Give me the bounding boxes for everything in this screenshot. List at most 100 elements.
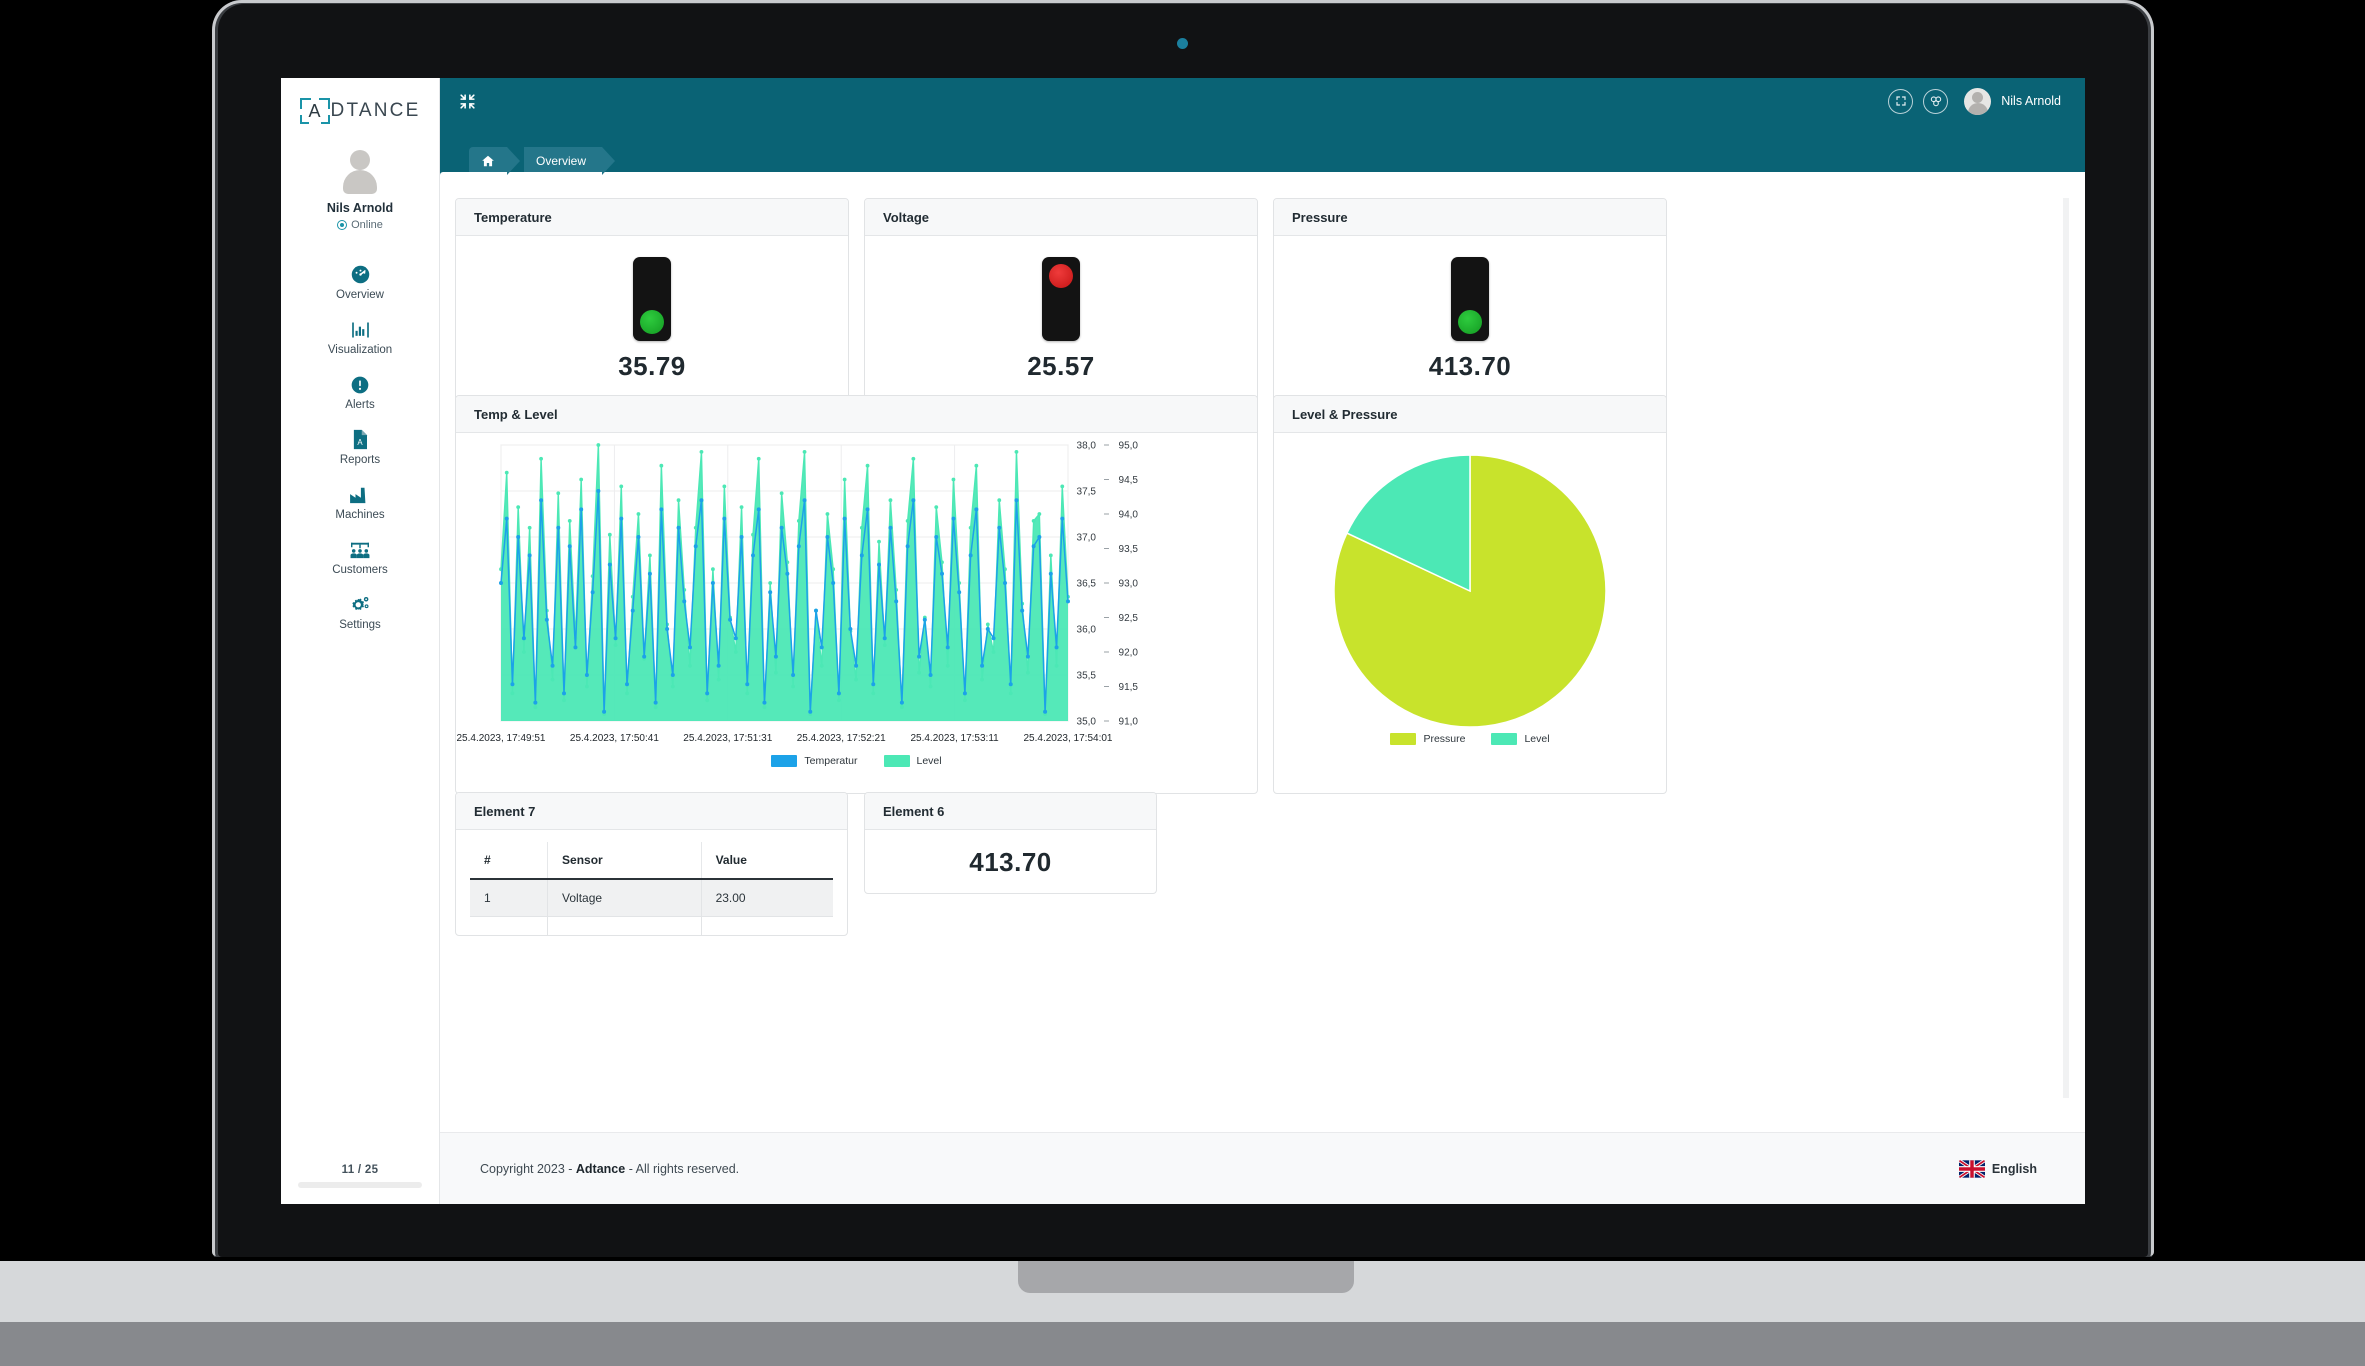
svg-text:94,0: 94,0 xyxy=(1119,510,1139,521)
breadcrumb-current-label: Overview xyxy=(536,154,587,168)
footer: Copyright 2023 - Adtance - All rights re… xyxy=(440,1132,2085,1204)
fullscreen-button[interactable] xyxy=(1888,88,1914,114)
gauge-body: 413.70 xyxy=(1274,236,1666,402)
card-title: Element 6 xyxy=(865,793,1156,830)
legend-item[interactable]: Pressure xyxy=(1390,733,1465,745)
svg-text:36,5: 36,5 xyxy=(1077,579,1097,590)
sidebar-item-label: Machines xyxy=(335,509,385,521)
table-cell: Voltage xyxy=(547,879,702,917)
people-group-icon xyxy=(349,539,371,560)
content-scrollbar[interactable] xyxy=(2063,198,2069,1098)
sidebar: A DTANCE Nils Arnold Online Overview Vis… xyxy=(281,78,440,1204)
svg-text:37,5: 37,5 xyxy=(1077,487,1097,498)
table-row[interactable]: 1 Voltage 23.00 xyxy=(470,879,833,917)
pie-chart-svg[interactable] xyxy=(1274,433,1666,743)
gauge-icon xyxy=(350,264,371,285)
sidebar-item-settings[interactable]: Settings xyxy=(281,585,439,640)
value-card-value: 413.70 xyxy=(969,846,1052,877)
legend-swatch xyxy=(883,755,910,767)
sensor-table: # Sensor Value 1 Voltage 23.00 xyxy=(470,842,833,935)
gauge-body: 25.57 xyxy=(865,236,1257,402)
legend-label: Temperatur xyxy=(804,755,858,767)
svg-text:95,0: 95,0 xyxy=(1119,441,1139,452)
pie-chart-legend: Pressure Level xyxy=(1274,733,1666,745)
pie-chart-card: Level & Pressure Pressure Level xyxy=(1273,395,1667,794)
legend-label: Pressure xyxy=(1423,733,1466,745)
factory-icon xyxy=(349,484,371,505)
legend-item[interactable]: Temperatur xyxy=(771,755,858,767)
table-cell xyxy=(470,916,549,935)
table-cell xyxy=(701,916,833,935)
modules-button[interactable] xyxy=(1923,88,1949,114)
table-header-row: # Sensor Value xyxy=(470,842,833,880)
legend-label: Level xyxy=(1524,733,1550,745)
card-title: Element 7 xyxy=(456,793,847,830)
breadcrumb-home[interactable] xyxy=(469,147,520,175)
svg-text:93,5: 93,5 xyxy=(1119,544,1139,555)
line-chart-svg[interactable]: 38,0 37,5 37,0 36,5 36,0 35,5 35,0 95,0 94,5 94,0… xyxy=(456,433,1257,793)
legend-swatch xyxy=(1390,733,1417,745)
svg-text:25.4.2023, 17:50:41: 25.4.2023, 17:50:41 xyxy=(570,733,659,744)
copyright-prefix: Copyright 2023 - xyxy=(480,1161,576,1176)
value-card-body: 413.70 xyxy=(865,830,1156,894)
table-cell: 1 xyxy=(470,879,549,917)
sidebar-item-visualization[interactable]: Visualization xyxy=(281,310,439,365)
legend-swatch xyxy=(1491,733,1518,745)
element6-value-card: Element 6 413.70 xyxy=(864,792,1157,894)
sidebar-item-label: Customers xyxy=(332,564,388,576)
sidebar-item-machines[interactable]: Machines xyxy=(281,475,439,530)
table-column-header: # xyxy=(470,842,549,880)
sidebar-footer: 11 / 25 xyxy=(281,1164,439,1188)
svg-text:94,5: 94,5 xyxy=(1119,475,1139,486)
sidebar-avatar xyxy=(338,150,382,194)
sidebar-user-block: Nils Arnold Online xyxy=(327,150,393,231)
svg-text:25.4.2023, 17:49:51: 25.4.2023, 17:49:51 xyxy=(457,733,546,744)
gears-icon xyxy=(349,594,371,615)
browser-screen: A DTANCE Nils Arnold Online Overview Vis… xyxy=(281,78,2085,1204)
sidebar-item-label: Alerts xyxy=(345,399,375,411)
table-row[interactable] xyxy=(470,916,833,935)
sidebar-item-customers[interactable]: Customers xyxy=(281,530,439,585)
footer-copyright: Copyright 2023 - Adtance - All rights re… xyxy=(480,1162,739,1176)
svg-text:25.4.2023, 17:53:11: 25.4.2023, 17:53:11 xyxy=(910,733,999,744)
exclamation-circle-icon xyxy=(350,374,370,395)
line-chart-body[interactable]: 38,0 37,5 37,0 36,5 36,0 35,5 35,0 95,0 94,5 94,0… xyxy=(456,433,1257,793)
sidebar-item-alerts[interactable]: Alerts xyxy=(281,365,439,420)
content-inner: Temperature 35.79 Voltage 25.57 Pressure… xyxy=(455,198,2069,1098)
legend-item[interactable]: Level xyxy=(883,755,942,767)
svg-text:25.4.2023, 17:54:01: 25.4.2023, 17:54:01 xyxy=(1024,733,1113,744)
sidebar-item-overview[interactable]: Overview xyxy=(281,255,439,310)
sidebar-item-label: Visualization xyxy=(327,344,393,356)
fullscreen-icon xyxy=(1896,96,1906,106)
table-cell xyxy=(547,916,702,935)
gauge-card-voltage: Voltage 25.57 xyxy=(864,198,1258,403)
traffic-light-icon xyxy=(1042,256,1080,341)
topbar-avatar[interactable] xyxy=(1964,87,1992,115)
sidebar-username: Nils Arnold xyxy=(326,201,394,215)
legend-swatch xyxy=(771,755,798,767)
traffic-light-icon xyxy=(1451,256,1489,341)
sidebar-status-label: Online xyxy=(351,219,383,231)
svg-text:91,0: 91,0 xyxy=(1119,717,1139,728)
online-status-icon xyxy=(337,220,348,230)
language-switcher[interactable]: English xyxy=(1958,1159,2037,1178)
page-progress-bar[interactable] xyxy=(298,1182,422,1188)
logo-bracket-icon: A xyxy=(299,98,330,124)
svg-text:92,0: 92,0 xyxy=(1119,648,1139,659)
laptop-frame: A DTANCE Nils Arnold Online Overview Vis… xyxy=(0,0,2365,1366)
svg-text:37,0: 37,0 xyxy=(1077,533,1097,544)
sidebar-item-reports[interactable]: A Reports xyxy=(281,420,439,475)
brand-logo[interactable]: A DTANCE xyxy=(299,94,421,128)
card-title: Temp & Level xyxy=(456,396,1257,433)
svg-text:36,0: 36,0 xyxy=(1077,625,1097,636)
breadcrumb-current[interactable]: Overview xyxy=(524,147,616,175)
collapse-sidebar-button[interactable] xyxy=(458,92,477,111)
laptop-base-shadow xyxy=(0,1322,2365,1366)
home-icon xyxy=(482,155,494,167)
legend-item[interactable]: Level xyxy=(1491,733,1550,745)
topbar-username[interactable]: Nils Arnold xyxy=(2001,94,2061,108)
table-cell: 23.00 xyxy=(701,879,833,917)
pie-chart-body[interactable]: Pressure Level xyxy=(1274,433,1666,793)
breadcrumb: Overview xyxy=(469,147,616,175)
svg-text:35,0: 35,0 xyxy=(1077,717,1097,728)
